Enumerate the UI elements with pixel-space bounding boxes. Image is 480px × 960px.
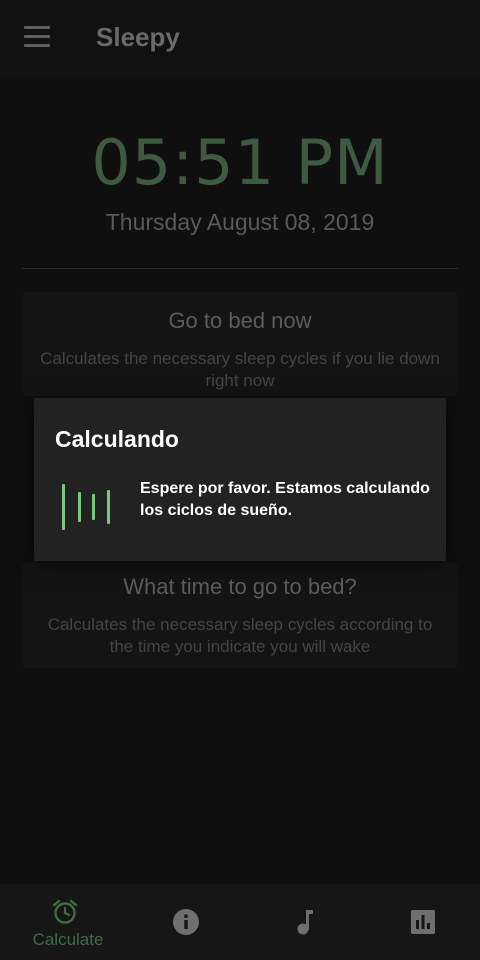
dialog-title: Calculando: [55, 426, 179, 452]
bottom-navigation: Calculate: [0, 884, 480, 960]
alarm-clock-icon: [52, 899, 78, 924]
music-note-icon: [297, 910, 313, 935]
loading-bars-icon: [62, 484, 112, 530]
nav-music[interactable]: [244, 884, 364, 960]
nav-calculate[interactable]: Calculate: [4, 884, 124, 960]
progress-dialog: Calculando Espere por favor. Estamos cal…: [34, 398, 446, 561]
nav-info[interactable]: [125, 884, 245, 960]
dialog-message: Espere por favor. Estamos calculando los…: [140, 480, 430, 519]
bar-chart-icon: [411, 910, 435, 934]
nav-stats[interactable]: [362, 884, 480, 960]
info-icon: [173, 909, 199, 935]
nav-label: Calculate: [32, 930, 104, 949]
